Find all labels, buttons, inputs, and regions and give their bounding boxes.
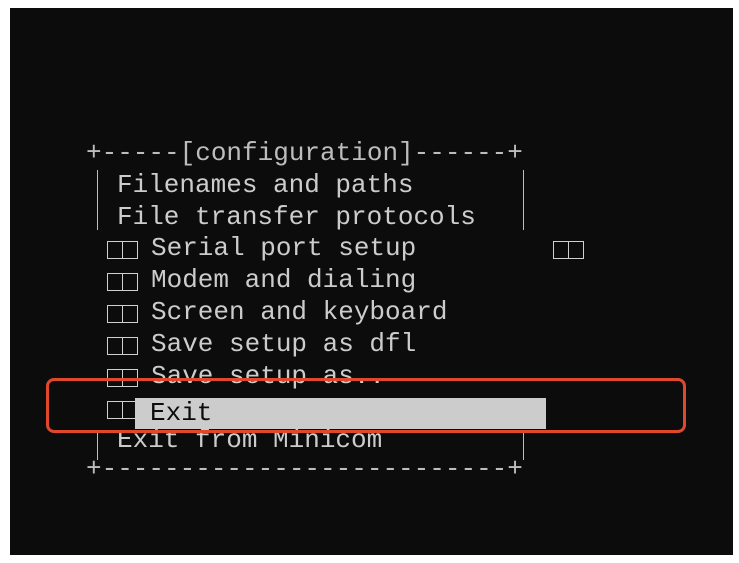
menu-item-modem[interactable]: Modem and dialing <box>151 265 416 296</box>
menu-left-border <box>97 170 98 230</box>
replacement-glyph-icon <box>122 241 138 259</box>
terminal-window: +-----[configuration]------+ Filenames a… <box>10 8 733 555</box>
menu-right-border-bottom <box>523 430 524 460</box>
replacement-glyph-icon <box>107 305 123 323</box>
replacement-glyph-icon <box>122 305 138 323</box>
replacement-glyph-icon <box>568 241 584 259</box>
menu-item-save-as[interactable]: Save setup as.. <box>151 361 385 392</box>
menu-bottom-border: +--------------------------+ <box>86 454 523 484</box>
menu-item-save-dfl[interactable]: Save setup as dfl <box>151 329 416 360</box>
replacement-glyph-icon <box>553 241 569 259</box>
menu-item-filenames[interactable]: Filenames and paths <box>117 170 413 201</box>
replacement-glyph-icon <box>107 273 123 291</box>
menu-item-exit-minicom[interactable]: Exit from Minicom <box>117 425 382 456</box>
menu-right-border <box>523 170 524 230</box>
menu-item-screen-keyboard[interactable]: Screen and keyboard <box>151 297 447 328</box>
replacement-glyph-icon <box>107 337 123 355</box>
replacement-glyph-icon <box>122 369 138 387</box>
replacement-glyph-icon <box>107 401 123 419</box>
menu-item-serial-port[interactable]: Serial port setup <box>151 233 416 264</box>
replacement-glyph-icon <box>107 369 123 387</box>
replacement-glyph-icon <box>107 241 123 259</box>
menu-item-file-transfer[interactable]: File transfer protocols <box>117 202 476 233</box>
menu-top-border: +-----[configuration]------+ <box>86 138 523 168</box>
replacement-glyph-icon <box>122 273 138 291</box>
replacement-glyph-icon <box>122 337 138 355</box>
